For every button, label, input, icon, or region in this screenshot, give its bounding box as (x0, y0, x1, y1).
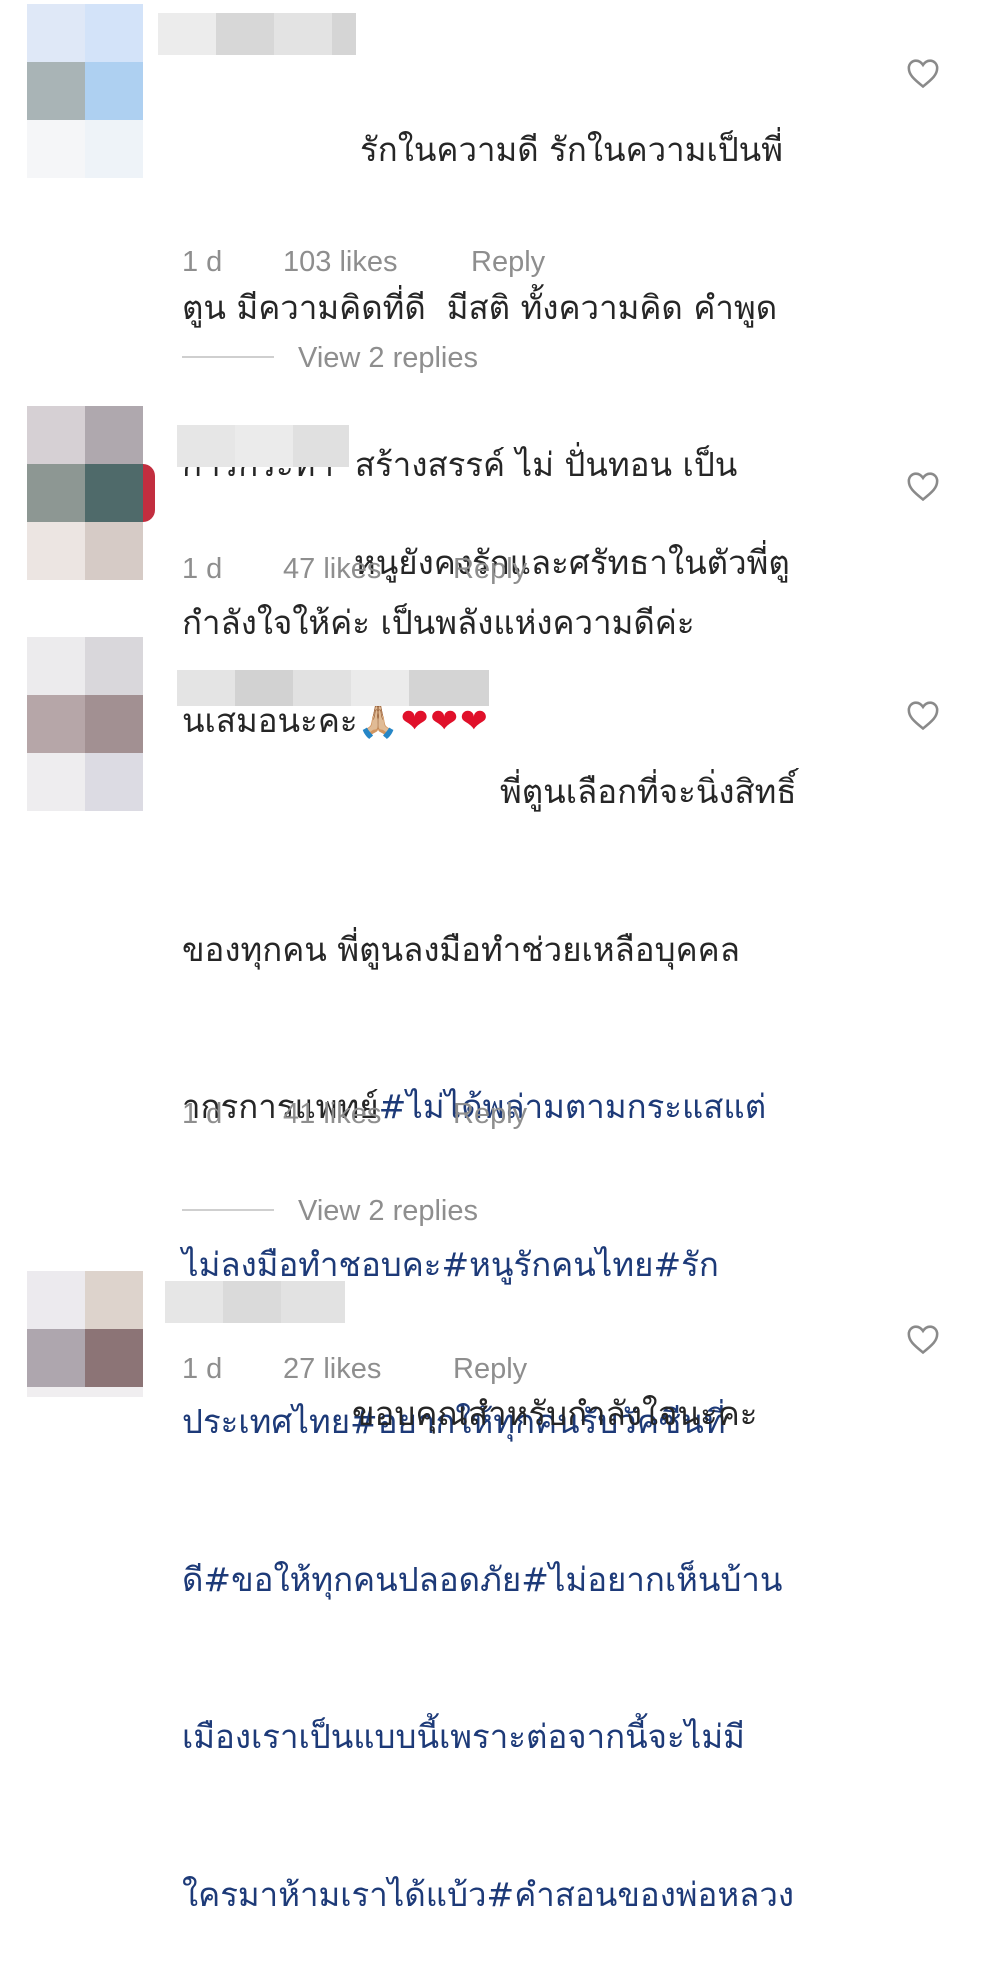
avatar[interactable] (27, 4, 143, 178)
comment-time: 1 d (182, 1098, 223, 1130)
hashtag-link[interactable]: #ไม่ได้พล่ามตามกระแสแต่ (379, 1087, 767, 1126)
likes-count[interactable]: 103 likes (283, 246, 397, 279)
heart-outline-icon[interactable] (906, 470, 940, 502)
view-replies-divider (182, 1209, 274, 1211)
comment-time: 1 d (182, 553, 223, 585)
hashtag-link[interactable]: ดี#ขอให้ทุกคนปลอดภัย#ไม่อยากเห็นบ้าน (182, 1554, 872, 1607)
avatar[interactable] (27, 637, 143, 811)
comment-time: 1 d (182, 1353, 223, 1385)
hashtag-link[interactable]: เมืองเราเป็นแบบนี้เพราะต่อจากนี้จะไม่มี (182, 1711, 872, 1764)
view-replies-button[interactable]: View 2 replies (298, 1195, 478, 1228)
heart-outline-icon[interactable] (906, 1323, 940, 1355)
likes-count[interactable]: 47 likes (283, 553, 381, 586)
heart-outline-icon[interactable] (906, 57, 940, 89)
avatar[interactable] (27, 406, 143, 580)
reply-button[interactable]: Reply (453, 553, 527, 586)
view-replies-divider (182, 356, 274, 358)
avatar[interactable] (27, 1271, 143, 1397)
reply-button[interactable]: Reply (471, 246, 545, 279)
comment-text: ขอบคุณสำหรับกำลังใจนะคะ (352, 1394, 758, 1433)
reply-button[interactable]: Reply (453, 1353, 527, 1386)
likes-count[interactable]: 41 likes (283, 1098, 381, 1131)
story-ring (143, 464, 155, 522)
reply-button[interactable]: Reply (453, 1098, 527, 1131)
view-replies-button[interactable]: View 2 replies (298, 342, 478, 375)
hashtag-link[interactable]: ใครมาห้ามเราได้แบ้ว#คำสอนของพ่อหลวง (182, 1869, 872, 1922)
comment-time: 1 d (182, 246, 223, 278)
likes-count[interactable]: 27 likes (283, 1353, 381, 1386)
heart-outline-icon[interactable] (906, 699, 940, 731)
